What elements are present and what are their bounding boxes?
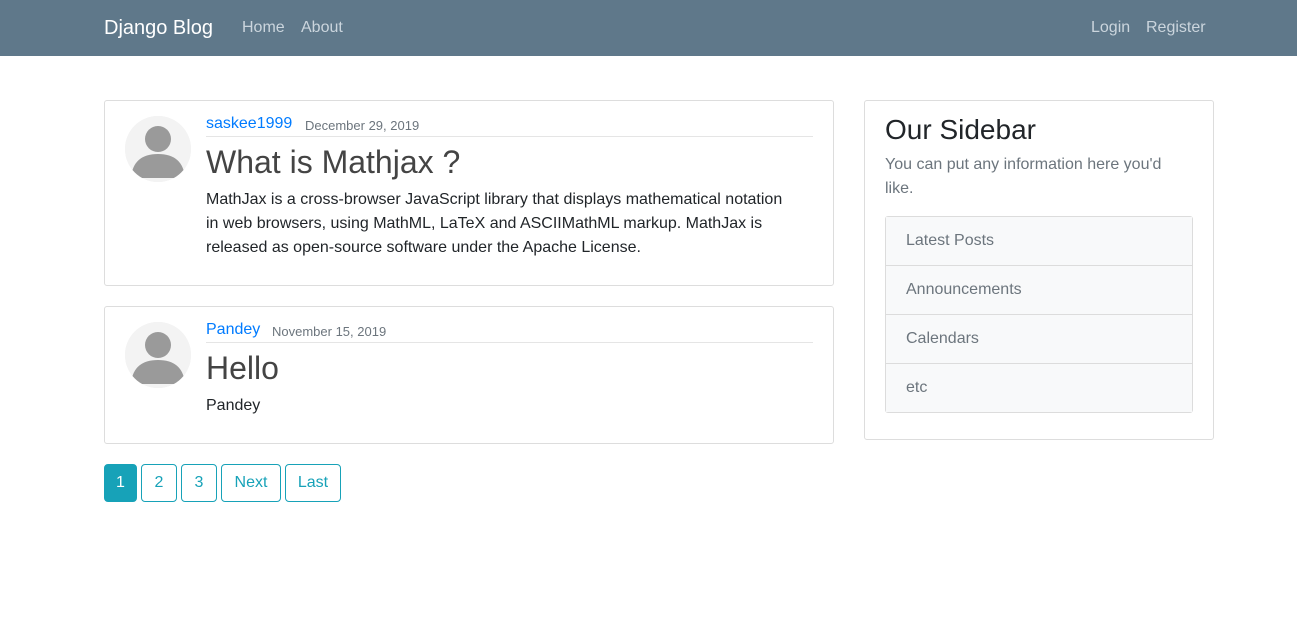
post-card: Pandey November 15, 2019 Hello Pandey (104, 306, 834, 444)
next-page-button[interactable]: Next (221, 464, 281, 502)
author-link[interactable]: saskee1999 (206, 114, 292, 134)
post-title-link[interactable]: What is Mathjax ? (206, 143, 460, 181)
navbar: Django Blog Home About Login Register (0, 0, 1297, 56)
post-date: December 29, 2019 (305, 118, 420, 133)
sidebar: Our Sidebar You can put any information … (864, 100, 1214, 440)
sidebar-title: Our Sidebar (885, 114, 1036, 145)
author-avatar (125, 322, 191, 388)
post-content: Pandey (206, 397, 261, 414)
nav-login-link[interactable]: Login (1091, 18, 1130, 38)
page-1-button[interactable]: 1 (104, 464, 137, 502)
post-content: MathJax is a cross-browser JavaScript li… (206, 191, 783, 256)
author-link[interactable]: Pandey (206, 320, 260, 340)
page-2-button[interactable]: 2 (141, 464, 177, 502)
nav-about-link[interactable]: About (301, 18, 343, 38)
sidebar-list: Latest Posts Announcements Calendars etc (885, 216, 1193, 413)
sidebar-item-calendars[interactable]: Calendars (886, 315, 1192, 364)
sidebar-item-announcements[interactable]: Announcements (886, 266, 1192, 315)
brand-link[interactable]: Django Blog (104, 15, 213, 41)
sidebar-item-latest-posts[interactable]: Latest Posts (886, 217, 1192, 266)
nav-register-link[interactable]: Register (1146, 18, 1206, 38)
sidebar-item-etc[interactable]: etc (886, 364, 1192, 412)
post-title-link[interactable]: Hello (206, 349, 279, 387)
author-avatar (125, 116, 191, 182)
post-meta: Pandey November 15, 2019 (206, 307, 813, 343)
post-date: November 15, 2019 (272, 324, 387, 339)
post-card: saskee1999 December 29, 2019 What is Mat… (104, 100, 834, 286)
last-page-button[interactable]: Last (285, 464, 341, 502)
page-3-button[interactable]: 3 (181, 464, 217, 502)
sidebar-description: You can put any information here you'd l… (885, 156, 1162, 197)
nav-home-link[interactable]: Home (242, 18, 285, 38)
post-meta: saskee1999 December 29, 2019 (206, 101, 813, 137)
